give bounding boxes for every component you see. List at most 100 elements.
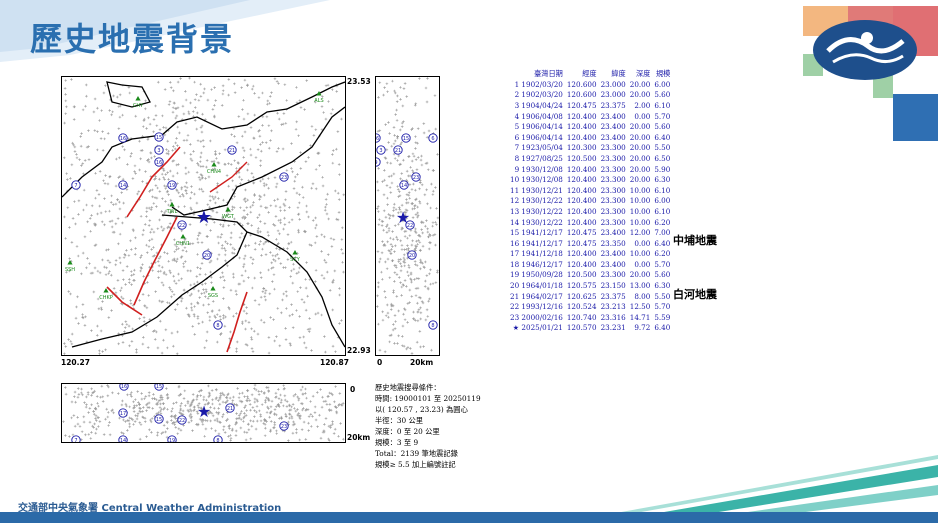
seismic-event-cross xyxy=(110,113,113,117)
seismic-event-cross xyxy=(240,86,243,90)
seismic-event-cross xyxy=(383,350,387,354)
seismic-event-cross xyxy=(122,201,125,205)
seismic-event-cross xyxy=(143,397,146,401)
seismic-event-cross xyxy=(150,417,154,420)
seismic-event-cross xyxy=(242,257,246,261)
seismic-event-cross xyxy=(121,177,125,181)
seismic-event-cross xyxy=(221,400,225,404)
seismic-event-cross xyxy=(97,193,101,196)
seismic-event-cross xyxy=(154,290,158,293)
seismic-event-cross xyxy=(92,409,95,413)
seismic-event-cross xyxy=(395,119,399,122)
seismic-event-cross xyxy=(403,318,407,322)
seismic-event-cross xyxy=(265,206,269,210)
seismic-event-cross xyxy=(110,225,114,229)
seismic-event-cross xyxy=(418,329,422,333)
seismic-event-cross xyxy=(125,323,129,326)
svg-text:23: 23 xyxy=(281,424,287,430)
seismic-event-cross xyxy=(240,134,244,138)
station-icon xyxy=(67,260,73,265)
seismic-event-cross xyxy=(237,115,241,118)
seismic-event-cross xyxy=(403,279,407,282)
seismic-event-cross xyxy=(100,109,103,112)
seismic-event-cross xyxy=(206,311,210,314)
seismic-event-cross xyxy=(418,77,421,80)
seismic-event-cross xyxy=(75,305,78,309)
seismic-event-cross xyxy=(172,293,176,296)
seismic-event-cross xyxy=(273,259,277,263)
seismic-event-cross xyxy=(412,310,415,314)
seismic-event-cross xyxy=(226,264,229,268)
seismic-event-cross xyxy=(213,104,216,107)
table-cell-date: 2 1902/03/20 xyxy=(514,90,563,100)
seismic-event-cross xyxy=(212,220,216,224)
seismic-event-cross xyxy=(144,99,147,103)
seismic-event-cross xyxy=(147,160,151,164)
seismic-event-cross xyxy=(160,351,164,355)
seismic-event-cross xyxy=(142,117,146,121)
table-cell-lon: 120.570 xyxy=(566,323,597,333)
seismic-event-cross xyxy=(376,250,380,253)
seismic-event-cross xyxy=(416,286,420,290)
seismic-event-cross xyxy=(224,249,227,252)
seismic-event-cross xyxy=(402,253,406,257)
event-number-marker: 21 xyxy=(225,403,235,413)
seismic-event-cross xyxy=(74,400,77,404)
seismic-event-cross xyxy=(102,179,105,183)
seismic-event-cross xyxy=(148,219,152,222)
seismic-event-cross xyxy=(426,202,429,206)
seismic-event-cross xyxy=(331,420,334,423)
seismic-event-cross xyxy=(88,406,92,410)
table-cell-lon: 120.400 xyxy=(566,132,597,142)
seismic-event-cross xyxy=(89,271,93,275)
seismic-event-cross xyxy=(173,308,177,311)
seismic-event-cross xyxy=(269,428,273,432)
seismic-event-cross xyxy=(242,149,246,153)
seismic-event-cross xyxy=(340,117,343,121)
seismic-event-cross xyxy=(262,182,266,185)
seismic-event-cross xyxy=(216,182,219,185)
seismic-event-cross xyxy=(259,204,263,208)
seismic-event-cross xyxy=(184,404,187,407)
seismic-event-cross xyxy=(376,129,380,133)
seismic-event-cross xyxy=(64,79,68,82)
seismic-event-cross xyxy=(245,206,249,209)
seismic-event-cross xyxy=(261,141,264,144)
seismic-event-cross xyxy=(136,390,140,393)
seismic-event-cross xyxy=(285,294,289,298)
seismic-event-cross xyxy=(427,129,431,133)
seismic-event-cross xyxy=(376,305,379,308)
seismic-event-cross xyxy=(160,172,164,176)
seismic-event-cross xyxy=(185,306,188,310)
seismic-event-cross xyxy=(309,413,313,416)
seismic-event-cross xyxy=(252,175,255,179)
event-number-marker: 8 xyxy=(428,320,438,330)
seismic-event-cross xyxy=(249,126,253,129)
seismic-event-cross xyxy=(387,213,391,216)
seismic-event-cross xyxy=(378,260,381,264)
seismic-event-cross xyxy=(391,214,395,217)
table-cell-mag: 5.70 xyxy=(654,111,671,121)
seismic-event-cross xyxy=(217,241,221,245)
seismic-event-cross xyxy=(239,182,242,185)
event-number-marker: 21 xyxy=(227,145,237,155)
seismic-event-cross xyxy=(233,135,236,138)
seismic-event-cross xyxy=(246,395,249,398)
seismic-event-cross xyxy=(65,105,68,109)
seismic-event-cross xyxy=(418,181,422,185)
seismic-event-cross xyxy=(168,100,172,103)
seismic-event-cross xyxy=(395,273,399,276)
seismic-event-cross xyxy=(247,428,251,432)
seismic-event-cross xyxy=(399,262,402,265)
seismic-event-cross xyxy=(70,78,73,81)
seismic-event-cross xyxy=(253,415,256,418)
seismic-event-cross xyxy=(420,154,423,158)
seismic-event-cross xyxy=(90,393,93,397)
seismic-event-cross xyxy=(392,209,395,212)
lat-top-label: 23.53 xyxy=(347,77,371,86)
seismic-event-cross xyxy=(415,276,419,280)
seismic-event-cross xyxy=(85,203,88,207)
seismic-event-cross xyxy=(200,130,204,134)
seismic-event-cross xyxy=(387,226,391,230)
seismic-event-cross xyxy=(302,300,306,304)
